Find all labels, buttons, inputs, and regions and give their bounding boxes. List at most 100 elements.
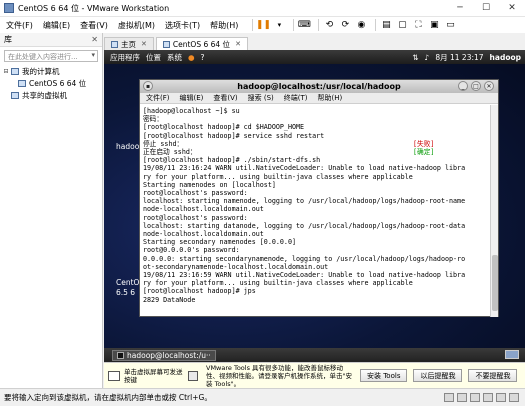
network-icon[interactable]: ⇅ (412, 53, 418, 62)
menu-help[interactable]: 帮助(H) (210, 20, 238, 31)
tree-collapse-icon[interactable]: ⊟ (2, 68, 10, 75)
hint-install-tools: VMware Tools 具有很多功能，能改善鼠标移动性、视频和性能。请登录客户… (206, 363, 352, 388)
terminal-menu-help[interactable]: 帮助(H) (318, 93, 343, 103)
terminal-line-text: node-localhost.localdomain.out (143, 205, 264, 214)
send-keys-icon[interactable]: ⌨ (298, 20, 311, 31)
toolbar-separator (318, 19, 320, 31)
snapshot-restore-icon[interactable]: ⟳ (339, 20, 351, 31)
terminal-maximize-icon[interactable]: □ (471, 81, 481, 91)
tab-home[interactable]: 主页 ✕ (104, 37, 154, 50)
terminal-minimize-icon[interactable]: _ (458, 81, 468, 91)
minimize-icon[interactable]: ─ (447, 0, 473, 17)
console-view-icon[interactable]: ▭ (444, 20, 456, 31)
install-tools-button[interactable]: 安装 Tools (360, 369, 408, 382)
search-dropdown-icon[interactable]: ▾ (91, 51, 95, 59)
terminal-menu-edit[interactable]: 编辑(E) (180, 93, 204, 103)
terminal-line: root@localhost's password: (143, 189, 489, 197)
terminal-menu-file[interactable]: 文件(F) (146, 93, 170, 103)
unity-icon[interactable]: ▣ (428, 20, 440, 31)
terminal-line: ry for your platform... using builtin-ja… (143, 173, 489, 181)
desktop-icon-label[interactable]: hadoo (116, 142, 139, 151)
terminal-line-text: 停止 sshd： (143, 139, 184, 148)
maximize-icon[interactable]: ☐ (473, 0, 499, 17)
workspace-switcher[interactable] (505, 350, 519, 359)
hdd-icon[interactable] (444, 393, 454, 402)
snapshot-icon[interactable]: ⟲ (323, 20, 335, 31)
terminal-line-text: [hadoop@localhost ~]$ su (143, 107, 240, 115)
terminal-line-text: localhost: starting namenode, logging to… (143, 197, 466, 206)
terminal-close-icon[interactable]: ✕ (484, 81, 494, 91)
remind-later-button[interactable]: 以后提醒我 (413, 369, 463, 382)
menu-vm[interactable]: 虚拟机(M) (118, 20, 155, 31)
panel-system-menu[interactable]: 系统 (167, 52, 182, 63)
terminal-line: root@0.0.0.0's password: (143, 246, 489, 254)
tree-item-my-computer[interactable]: ⊟ 我的计算机 (0, 65, 102, 77)
menu-bar: 文件(F) 编辑(E) 查看(V) 虚拟机(M) 选项卡(T) 帮助(H) ❚❚… (0, 17, 525, 33)
vm-icon (18, 79, 26, 87)
network-adapter-icon[interactable] (470, 393, 480, 402)
toolbar-separator (252, 19, 254, 31)
panel-applications-menu[interactable]: 应用程序 (110, 52, 140, 63)
panel-places-menu[interactable]: 位置 (146, 52, 161, 63)
cdrom-icon[interactable] (457, 393, 467, 402)
menu-tabs[interactable]: 选项卡(T) (165, 20, 200, 31)
terminal-status-tag: [失败] (413, 139, 435, 148)
terminal-line: [root@localhost hadoop]# ./sbin/start-df… (143, 156, 489, 164)
terminal-menu-terminal[interactable]: 终端(T) (284, 93, 308, 103)
panel-user[interactable]: hadoop (490, 53, 521, 62)
taskbar-terminal-button[interactable]: hadoop@localhost:/u·· (112, 349, 216, 361)
terminal-icon (117, 351, 124, 359)
terminal-line: [root@localhost hadoop]# service sshd re… (143, 132, 489, 140)
library-view-icon[interactable]: ▤ (380, 20, 392, 31)
vm-console[interactable]: 应用程序 位置 系统 ● ? ⇅ ♪ 8月 11 23:17 hadoop ha… (104, 50, 525, 348)
dropdown-arrow-icon[interactable]: ▾ (273, 20, 285, 31)
menu-view[interactable]: 查看(V) (80, 20, 108, 31)
pause-icon[interactable]: ❚❚ (256, 20, 271, 31)
terminal-line: Starting secondary namenodes [0.0.0.0] (143, 238, 489, 246)
terminal-line-text: 2829 DataNode (143, 295, 196, 304)
library-search-input[interactable]: 在此处键入内容进行... ▾ (4, 50, 98, 62)
terminal-status-tag: [确定] (413, 148, 435, 157)
never-remind-button[interactable]: 不要提醒我 (468, 369, 518, 382)
thumbnail-view-icon[interactable]: ▢ (396, 20, 408, 31)
firefox-icon[interactable]: ● (188, 53, 195, 62)
menu-file[interactable]: 文件(F) (6, 20, 33, 31)
library-header: 库 ✕ (0, 33, 102, 47)
terminal-line-text: ry for your platform... using builtin-ja… (143, 172, 413, 181)
tree-item-shared-vms[interactable]: 共享的虚拟机 (0, 89, 102, 101)
sound-icon[interactable] (496, 393, 506, 402)
terminal-line-text: 19/08/11 23:16:59 WARN util.NativeCodeLo… (143, 271, 466, 280)
display-icon[interactable] (509, 393, 519, 402)
terminal-line-text: 密码： (143, 115, 164, 124)
fullscreen-icon[interactable]: ⛶ (412, 20, 424, 31)
vmware-app-icon (4, 3, 14, 13)
usb-icon[interactable] (483, 393, 493, 402)
help-icon[interactable]: ? (201, 53, 205, 62)
terminal-line-text: ry for your platform... using builtin-ja… (143, 279, 413, 288)
desktop-icon-label[interactable]: 6.5 6 (116, 288, 135, 297)
status-text: 要将输入定向到该虚拟机，请在虚拟机内部单击或按 Ctrl+G。 (4, 393, 212, 402)
terminal-output[interactable]: [hadoop@localhost ~]$ su 密码： [root@localho… (140, 105, 492, 317)
snapshot-manager-icon[interactable]: ◉ (355, 20, 367, 31)
terminal-window[interactable]: ▪ hadoop@localhost:/usr/local/hadoop _ □… (139, 79, 499, 317)
desktop-icon-label[interactable]: CentO (116, 278, 139, 287)
window-titlebar: CentOS 6 64 位 - VMware Workstation ─ ☐ ✕ (0, 0, 525, 17)
tab-centos-vm[interactable]: CentOS 6 64 位 ✕ (155, 37, 248, 50)
tab-close-icon[interactable]: ✕ (141, 40, 147, 48)
terminal-menu-icon[interactable]: ▪ (143, 81, 153, 91)
panel-clock[interactable]: 8月 11 23:17 (435, 52, 483, 63)
tab-close-icon[interactable]: ✕ (235, 40, 241, 48)
click-screen-icon (108, 370, 120, 381)
computer-icon (11, 67, 19, 75)
close-icon[interactable]: ✕ (499, 0, 525, 17)
menu-edit[interactable]: 编辑(E) (43, 20, 70, 31)
volume-icon[interactable]: ♪ (425, 53, 430, 62)
terminal-line: 密码： (143, 115, 489, 123)
terminal-menu-search[interactable]: 搜索 (S) (248, 93, 274, 103)
library-close-icon[interactable]: ✕ (91, 35, 98, 44)
terminal-scrollbar-thumb[interactable] (492, 255, 498, 311)
tree-item-centos-vm[interactable]: CentOS 6 64 位 (0, 77, 102, 89)
library-panel: 库 ✕ 在此处键入内容进行... ▾ ⊟ 我的计算机 CentOS 6 64 位… (0, 33, 103, 388)
terminal-menu-view[interactable]: 查看(V) (213, 93, 237, 103)
terminal-scrollbar[interactable] (490, 105, 498, 317)
